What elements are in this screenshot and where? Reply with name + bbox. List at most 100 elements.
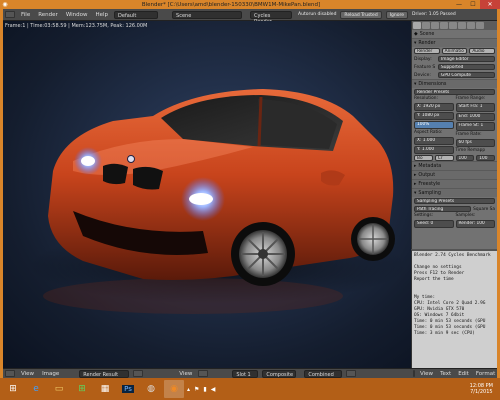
text-menu-view[interactable]: View [418, 371, 435, 377]
taskbar-explorer[interactable]: ▭ [49, 380, 69, 398]
object-tab-icon[interactable] [449, 22, 457, 29]
frame-rate-dropdown[interactable]: 60 fps [455, 138, 495, 147]
browse-image-icon[interactable] [133, 370, 144, 377]
resolution-column: Resolution: X: 1920 px Y: 1080 px 100% A… [414, 96, 454, 161]
dimensions-section-header[interactable]: ▾ Dimensions [412, 80, 497, 88]
pass-dropdown[interactable]: Composite [262, 369, 297, 378]
menu-render[interactable]: Render [36, 12, 60, 18]
expand-icon: ▾ [414, 40, 417, 46]
app-icon: ◍ [147, 384, 155, 394]
flag-icon[interactable]: ⚑ [194, 386, 199, 393]
resolution-y-field[interactable]: Y: 1080 px [414, 112, 454, 120]
text-line: Blender 2.74 Cycles Benchmark [414, 253, 491, 258]
menu-image[interactable]: Image [40, 371, 61, 377]
border-checkbox[interactable]: Bo [414, 155, 433, 161]
taskbar-blender[interactable]: ◉ [164, 380, 184, 398]
text-editor-content[interactable]: Blender 2.74 Cycles Benchmark Change no … [412, 251, 497, 339]
square-samples-checkbox[interactable]: Square Sa [473, 207, 495, 212]
text-menu-edit[interactable]: Edit [456, 371, 471, 377]
store-icon: ⊞ [78, 384, 86, 394]
output-section-header[interactable]: ▸ Output [412, 171, 497, 179]
audio-button[interactable]: Audio [469, 48, 496, 54]
slot-dropdown[interactable]: Slot 1 [232, 369, 259, 378]
text-line: Change no settings [414, 265, 462, 270]
maximize-button[interactable]: ☐ [466, 0, 480, 9]
constraints-tab-icon[interactable] [458, 22, 466, 29]
material-tab-icon[interactable] [476, 22, 484, 29]
frame-step-field[interactable]: Frame St: 1 [455, 122, 495, 131]
integrator-dropdown[interactable]: Path Tracing [414, 206, 472, 212]
ignore-button[interactable]: Ignore [385, 10, 408, 19]
border-crop-row: Bo Cr [414, 155, 454, 161]
sampling-presets-dropdown[interactable]: Sampling Presets [414, 198, 495, 204]
start-button[interactable]: ⊞ [3, 380, 23, 398]
taskbar-app[interactable]: ◍ [141, 380, 161, 398]
network-icon[interactable]: ▮ [203, 386, 206, 393]
window-titlebar: ◉ Blender* [C:\Users\amd\blender-150330\… [0, 0, 500, 9]
pin-icon[interactable] [198, 370, 209, 377]
seed-field[interactable]: Seed: 0 [414, 220, 454, 228]
device-dropdown[interactable]: GPU Compute [438, 72, 495, 78]
render-tab-icon[interactable] [413, 22, 421, 29]
reload-trusted-button[interactable]: Reload Trusted [340, 10, 382, 19]
image-editor-type-icon[interactable] [5, 370, 15, 377]
menu-help[interactable]: Help [94, 12, 111, 18]
combined-dropdown[interactable]: Combined [304, 369, 343, 378]
tray-arrow-icon[interactable]: ▴ [187, 386, 190, 393]
expand-icon: ▾ [414, 190, 417, 196]
taskbar-photoshop[interactable]: Ps [118, 380, 138, 398]
close-button[interactable]: ✕ [480, 0, 500, 9]
channels-icon[interactable] [346, 370, 357, 377]
remap-new-field[interactable]: 100 [476, 155, 495, 161]
menu-file[interactable]: File [19, 12, 32, 18]
scene-tab-icon[interactable] [431, 22, 439, 29]
sampling-section-header[interactable]: ▾ Sampling [412, 189, 497, 197]
freestyle-section-header[interactable]: ▸ Freestyle [412, 180, 497, 188]
feature-set-dropdown[interactable]: Supported [438, 64, 495, 70]
driver-status: Driver: 1.05 Passed [412, 12, 456, 17]
render-viewport[interactable]: Frame:1 | Time:03:58.59 | Mem:123.75M, P… [3, 21, 411, 368]
taskbar-ie[interactable]: e [26, 380, 46, 398]
render-section-header[interactable]: ▾ Render [412, 39, 497, 47]
render-engine-dropdown[interactable]: Cycles Render [250, 10, 293, 25]
start-frame-field[interactable]: Start Fra: 1 [455, 103, 495, 112]
volume-icon[interactable]: ◀ [211, 386, 216, 393]
text-menu-text[interactable]: Text [438, 371, 453, 377]
resolution-x-field[interactable]: X: 1920 px [414, 103, 454, 111]
text-menu-format[interactable]: Format [474, 371, 497, 377]
end-frame-field[interactable]: End: 1000 [455, 112, 495, 121]
text-editor-type-icon[interactable] [413, 370, 415, 377]
render-presets-dropdown[interactable]: Render Presets [414, 89, 495, 95]
scene-dropdown[interactable]: Scene [172, 10, 243, 19]
taskbar-clock[interactable]: 12:08 PM 7/1/2015 [470, 383, 497, 395]
windows-taskbar: ⊞ e ▭ ⊞ ▦ Ps ◍ ◉ ▴ ⚑ ▮ ◀ 12:08 PM 7/1/20… [0, 378, 500, 400]
crop-checkbox[interactable]: Cr [434, 155, 454, 161]
sampling-section: ▾ Sampling Sampling Presets Path Tracing … [412, 188, 497, 228]
taskbar-media[interactable]: ▦ [95, 380, 115, 398]
render-samples-field[interactable]: Render: 100 [455, 220, 495, 228]
menu-view[interactable]: View [19, 371, 36, 377]
animation-button[interactable]: Animatio [441, 48, 468, 54]
footer-view-2[interactable]: View [177, 371, 194, 377]
render-button[interactable]: Render [414, 48, 440, 54]
minimize-button[interactable]: — [452, 0, 466, 9]
layers-tab-icon[interactable] [422, 22, 430, 29]
layout-dropdown[interactable]: Default [114, 10, 159, 19]
taskbar-store[interactable]: ⊞ [72, 380, 92, 398]
resolution-percent-slider[interactable]: 100% [414, 121, 454, 129]
metadata-section-header[interactable]: ▸ Metadata [412, 162, 497, 170]
settings-column: Settings: Seed: 0 [414, 213, 454, 228]
world-tab-icon[interactable] [440, 22, 448, 29]
image-name-field[interactable]: Render Result [79, 369, 130, 378]
text-editor[interactable]: Blender 2.74 Cycles Benchmark Change no … [411, 249, 497, 368]
feature-set-row: Feature S Supported [412, 63, 497, 71]
metadata-section-title: Metadata [418, 163, 442, 169]
editor-type-icon[interactable] [5, 11, 15, 18]
modifiers-tab-icon[interactable] [467, 22, 475, 29]
aspect-y-field[interactable]: Y: 1.000 [414, 146, 454, 154]
remap-old-field[interactable]: 100 [455, 155, 475, 161]
menu-window[interactable]: Window [64, 12, 90, 18]
resolution-label: Resolution: [414, 96, 438, 101]
display-dropdown[interactable]: Image Editor [438, 56, 495, 62]
aspect-x-field[interactable]: X: 1.000 [414, 137, 454, 145]
